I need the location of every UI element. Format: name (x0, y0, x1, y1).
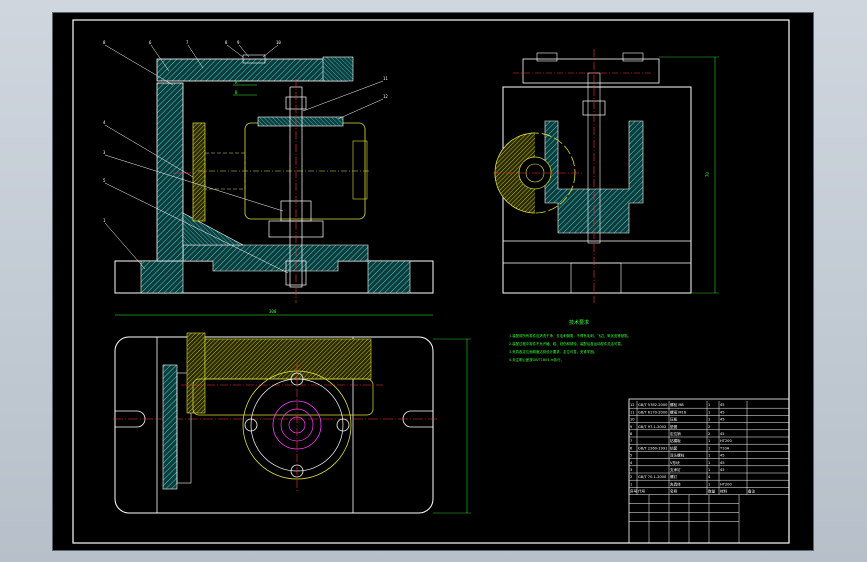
parts-list-cell: 1 (708, 468, 710, 472)
side-view: 70 (493, 49, 719, 303)
part-label-7: 7 (186, 40, 189, 45)
tech-note-line: 3.夹具各定位面精度达到设计要求，定位可靠，夹紧牢固。 (509, 349, 597, 354)
parts-list-cell: V形块 (670, 460, 680, 465)
top-view (113, 332, 471, 514)
parts-list-header: 序号 (630, 489, 638, 494)
tech-note-line: 4.未注明公差按GB/T1804-m执行。 (509, 357, 564, 362)
parts-list-cell: 2 (630, 475, 632, 479)
parts-list-cell: 4 (630, 461, 633, 465)
parts-list-cell: 1 (708, 454, 710, 458)
parts-list-cell: 11 (630, 410, 635, 414)
parts-list-cell: HT200 (720, 482, 732, 486)
parts-list-cell: 7 (630, 439, 632, 443)
parts-list-cell: 3 (630, 468, 632, 472)
part-label-11: 11 (383, 76, 388, 81)
parts-list-cell: 钻模板 (670, 438, 681, 443)
parts-list-cell: 8 (630, 432, 633, 436)
dimension-height: 70 (705, 172, 710, 177)
front-view: 8 6 7 8 9 10 11 12 4 3 5 1 300 A B (103, 40, 434, 316)
parts-list-cell: GB/T 70.1-2000 (638, 475, 667, 479)
parts-list-cell: HT200 (720, 439, 732, 443)
parts-list-cell: 定位销 (670, 431, 681, 436)
parts-list-cell: 45 (720, 454, 725, 458)
parts-list-cell: 1 (708, 410, 710, 414)
parts-list-cell: 支承钉 (670, 467, 681, 472)
part-label-3: 3 (103, 150, 106, 155)
tech-note-line: 2.装配过程中零件不允许磕、碰、划伤和锈蚀，装配后各运动部件灵活可靠。 (509, 341, 624, 346)
parts-list-header: 数量 (708, 489, 716, 494)
parts-list-cell: 1 (708, 403, 710, 407)
cad-drawing: 8 6 7 8 9 10 11 12 4 3 5 1 300 A B 70 技术… (72, 19, 790, 544)
parts-list-cell: T10A (719, 446, 730, 450)
part-label-4: 4 (103, 120, 106, 125)
parts-list-cell: 1 (708, 439, 710, 443)
tech-notes-title: 技术要求 (569, 319, 589, 326)
parts-list-cell: 45 (720, 403, 725, 407)
parts-list-cell: 螺栓 M8 (670, 402, 684, 407)
parts-list-cell: 双头螺柱 (670, 453, 685, 458)
parts-list-cell: 1 (708, 482, 710, 486)
parts-list-cell: 45 (720, 432, 725, 436)
parts-list-header: 备注 (748, 489, 756, 494)
part-label-8a: 8 (103, 40, 106, 45)
parts-list-cell: 钻套 (670, 445, 678, 450)
parts-list-cell: 垫圈 (670, 424, 678, 429)
parts-list-cell: 6 (630, 446, 633, 450)
parts-list-header: 材料 (720, 489, 728, 494)
title-block: 12 GB/T 5782-2000 螺栓 M8 1 4511 GB/T 6170-2000… (628, 398, 790, 544)
parts-list-cell: GB/T 5782-2000 (638, 403, 668, 407)
parts-list-cell: 5 (630, 454, 632, 458)
part-label-1: 1 (103, 218, 106, 223)
dimension-overall-width: 300 (269, 309, 277, 314)
part-label-12: 12 (383, 94, 388, 99)
parts-list-cell: 1 (708, 461, 710, 465)
parts-list-cell: 1 (630, 482, 632, 486)
parts-list-cell: 压板 (670, 417, 678, 422)
part-label-9: 9 (237, 40, 240, 45)
parts-list-cell: 12 (630, 403, 635, 407)
parts-list-cell: 9 (630, 425, 633, 429)
parts-list-cell: 螺母 M16 (670, 409, 687, 414)
parts-list-cell: 夹具体 (670, 481, 681, 486)
drawing-sheet: 8 6 7 8 9 10 11 12 4 3 5 1 300 A B 70 技术… (53, 13, 813, 550)
part-label-5: 5 (103, 178, 106, 183)
tech-note-line: 1.装配前所有零件应清洗干净，去毛刺倒角，不得有毛刺、飞边、氧化皮等缺陷。 (509, 333, 631, 338)
parts-list-cell: 45 (720, 468, 725, 472)
parts-list-header: 名称 (670, 489, 678, 494)
dimension-b: B (235, 90, 238, 95)
parts-list-cell: 2 (708, 425, 710, 429)
parts-list-cell: 1 (708, 418, 710, 422)
parts-list-cell: GB/T 97.1-2002 (638, 425, 666, 429)
part-label-6: 6 (149, 40, 152, 45)
parts-list-cell: 45 (720, 418, 725, 422)
parts-list-cell: 2 (708, 432, 710, 436)
parts-list-cell: 4 (708, 475, 711, 479)
parts-list-cell: 10 (630, 418, 635, 422)
parts-list-cell: 45 (720, 410, 725, 414)
parts-list-cell: GB/T 6170-2000 (638, 410, 668, 414)
parts-list-cell: GB/T 2260-1991 (638, 446, 667, 450)
parts-list-cell: 1 (708, 446, 710, 450)
parts-list-cell: 螺钉 (670, 474, 678, 479)
parts-list-header: 代号 (638, 489, 646, 494)
part-label-8b: 8 (225, 40, 228, 45)
technical-requirements: 技术要求 1.装配前所有零件应清洗干净，去毛刺倒角，不得有毛刺、飞边、氧化皮等缺… (509, 319, 631, 362)
part-label-10: 10 (276, 40, 281, 45)
parts-list-cell: 45 (720, 461, 725, 465)
